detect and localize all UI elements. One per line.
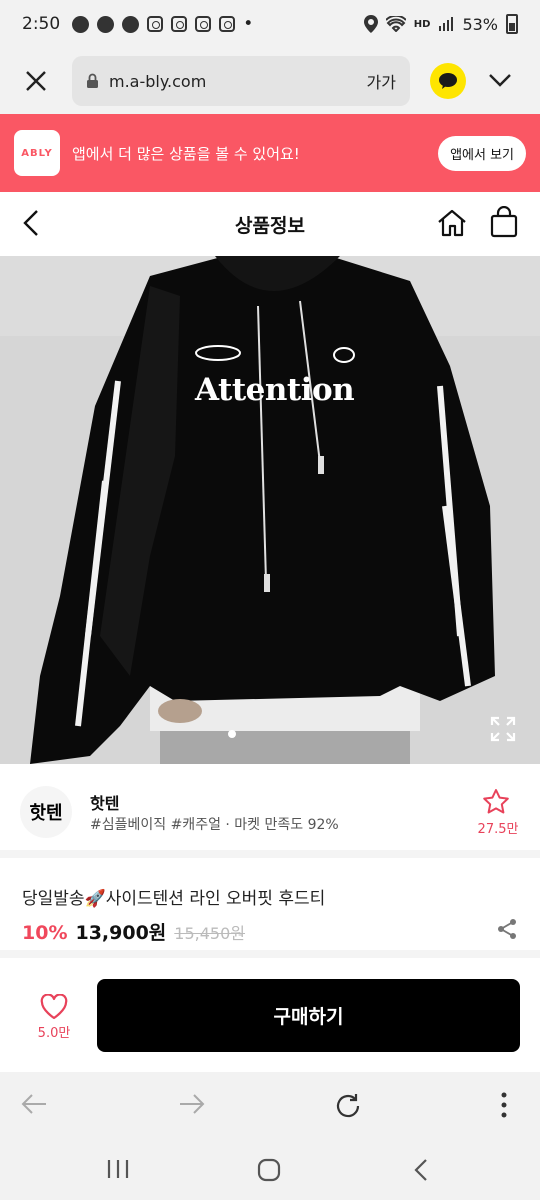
shopping-bag-icon xyxy=(490,205,518,238)
expand-icon xyxy=(490,716,516,742)
slide-indicator-dot xyxy=(228,730,236,738)
discount-rate: 10% xyxy=(22,922,68,944)
like-count: 5.0만 xyxy=(37,1026,71,1041)
browser-menu-button[interactable] xyxy=(488,72,512,91)
battery-icon xyxy=(506,14,518,34)
home-icon xyxy=(438,209,466,237)
kakao-chat-icon xyxy=(439,73,457,89)
buy-button[interactable]: 구매하기 xyxy=(97,979,520,1052)
open-in-app-button[interactable]: 앱에서 보기 xyxy=(438,135,526,171)
system-home-button[interactable] xyxy=(257,1158,281,1186)
url-text: m.a-bly.com xyxy=(109,71,207,91)
shop-favorite-count: 27.5만 xyxy=(477,822,519,837)
product-info: 당일발송🚀사이드텐션 라인 오버핏 후드티 10% 13,900원 15,450… xyxy=(0,866,540,958)
recent-apps-button[interactable] xyxy=(106,1158,130,1184)
instagram-icon xyxy=(195,16,212,32)
share-icon xyxy=(498,919,516,939)
instagram-icon xyxy=(171,16,188,32)
browser-bar: m.a-bly.com 가가 xyxy=(0,48,540,114)
url-bar[interactable]: m.a-bly.com 가가 xyxy=(72,56,410,106)
like-button[interactable] xyxy=(40,993,68,1024)
hoodie-print-text: Attention xyxy=(195,372,355,408)
notification-icons: • xyxy=(72,14,253,34)
shop-tags: #심플베이직 #캐주얼 · 마켓 만족도 92% xyxy=(90,817,339,833)
system-back-button[interactable] xyxy=(412,1158,430,1186)
heart-icon xyxy=(40,993,68,1020)
more-notifications-dot: • xyxy=(243,14,254,34)
banner-message: 앱에서 더 많은 상품을 볼 수 있어요! xyxy=(72,144,300,163)
kakao-button[interactable] xyxy=(430,63,466,99)
instagram-icon xyxy=(219,16,236,32)
ably-logo: ABLY xyxy=(14,130,60,176)
purchase-bar: 5.0만 구매하기 xyxy=(0,966,540,1072)
sale-price: 13,900원 xyxy=(75,922,167,944)
chevron-left-icon xyxy=(414,1159,427,1181)
hoodie-photo xyxy=(0,256,540,764)
product-image[interactable]: Attention xyxy=(0,256,540,764)
home-circle-icon xyxy=(257,1158,281,1182)
close-tab-button[interactable] xyxy=(0,48,72,114)
battery-percent: 53% xyxy=(462,14,498,34)
close-icon xyxy=(26,71,46,91)
reload-button[interactable] xyxy=(334,1092,362,1124)
home-button[interactable] xyxy=(436,208,468,242)
shop-name[interactable]: 핫텐 xyxy=(90,790,119,814)
fullscreen-button[interactable] xyxy=(490,716,516,746)
arrow-right-icon xyxy=(180,1094,205,1114)
system-nav xyxy=(0,1140,540,1200)
instagram-icon xyxy=(147,16,164,32)
cart-button[interactable] xyxy=(490,205,518,242)
network-label: HD xyxy=(413,18,431,30)
shop-row[interactable]: 핫텐 핫텐 #심플베이직 #캐주얼 · 마켓 만족도 92% 27.5만 xyxy=(0,764,540,858)
star-icon xyxy=(483,789,509,814)
browser-forward-button[interactable] xyxy=(178,1092,206,1120)
lock-icon xyxy=(87,73,98,88)
browser-back-button[interactable] xyxy=(20,1092,48,1120)
chevron-left-icon xyxy=(23,210,38,236)
arrow-left-icon xyxy=(21,1094,46,1114)
status-right: HD 53% xyxy=(363,14,518,34)
status-bar: 2:50 • HD 53% xyxy=(0,0,540,48)
reload-icon xyxy=(336,1094,360,1118)
more-vertical-icon xyxy=(501,1092,507,1118)
shop-logo[interactable]: 핫텐 xyxy=(20,786,72,838)
chat-icon xyxy=(72,15,90,33)
price-row: 10% 13,900원 15,450원 xyxy=(22,918,245,945)
app-banner: ABLY 앱에서 더 많은 상품을 볼 수 있어요! 앱에서 보기 xyxy=(0,114,540,192)
browser-nav xyxy=(0,1072,540,1140)
original-price: 15,450원 xyxy=(174,924,246,943)
recent-apps-icon xyxy=(107,1160,129,1178)
wifi-icon xyxy=(385,16,406,32)
text-size-button[interactable]: 가가 xyxy=(367,69,396,93)
status-time: 2:50 xyxy=(22,14,61,34)
share-button[interactable] xyxy=(496,918,518,944)
signal-icon xyxy=(439,17,454,31)
talk-icon xyxy=(122,15,140,33)
browser-more-button[interactable] xyxy=(500,1092,508,1122)
chevron-down-icon xyxy=(489,73,511,87)
back-button[interactable] xyxy=(20,208,40,242)
location-icon xyxy=(363,15,378,33)
shop-favorite-button[interactable] xyxy=(482,788,510,820)
chat-icon xyxy=(97,15,115,33)
page-header: 상품정보 xyxy=(0,192,540,256)
product-name: 당일발송🚀사이드텐션 라인 오버핏 후드티 xyxy=(22,889,326,909)
